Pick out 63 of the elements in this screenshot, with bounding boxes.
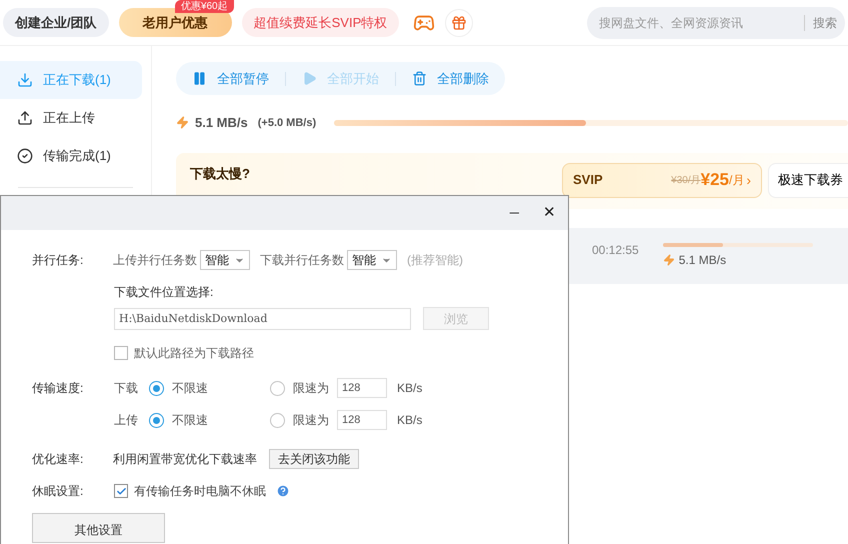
download-parallel-label: 下载并行任务数	[260, 252, 344, 269]
gift-icon	[451, 14, 468, 30]
setting-label: 休眠设置:	[32, 483, 84, 500]
checkbox-label: 默认此路径为下载路径	[134, 345, 254, 362]
path-field[interactable]: H:\BaiduNetdiskDownload	[114, 308, 411, 330]
check-circle-icon	[17, 148, 33, 164]
svip-label: SVIP	[573, 171, 603, 190]
direction-label: 上传	[114, 412, 139, 429]
radio-button[interactable]	[149, 412, 164, 428]
disable-feature-button[interactable]: 去关闭该功能	[269, 449, 359, 469]
checkbox[interactable]	[114, 484, 128, 498]
checkbox[interactable]	[114, 346, 128, 360]
price-unit: /月	[728, 172, 744, 189]
download-icon	[17, 72, 33, 88]
radio-button[interactable]	[149, 380, 164, 396]
setting-label: 并行任务:	[32, 252, 84, 269]
unit-label: KB/s	[397, 412, 422, 429]
location-label: 下载文件位置选择:	[114, 284, 214, 301]
radio-button[interactable]	[270, 380, 285, 396]
old-price: ¥30/月	[671, 174, 701, 188]
speed-value: 5.1 MB/s	[195, 114, 248, 132]
checkbox-label: 有传输任务时电脑不休眠	[134, 483, 266, 500]
pause-icon	[192, 71, 207, 86]
trash-icon	[412, 71, 427, 86]
download-parallel-select[interactable]: 智能	[347, 250, 397, 270]
unit-label: KB/s	[397, 380, 422, 397]
setting-label: 优化速率:	[32, 451, 84, 468]
radio-label: 不限速	[172, 412, 208, 429]
chevron-icon: ›	[746, 170, 751, 190]
voucher-button[interactable]: 极速下载券	[768, 162, 848, 198]
sidebar-item[interactable]: 传输完成(1)	[0, 137, 142, 175]
upload-parallel-label: 上传并行任务数	[113, 252, 197, 269]
speed-boost: (+5.0 MB/s)	[258, 116, 316, 130]
minimize-button[interactable]: ─	[506, 203, 523, 223]
direction-label: 下载	[114, 380, 139, 397]
lightning-icon	[662, 254, 675, 266]
gift-button[interactable]	[445, 8, 474, 36]
price: ¥25	[700, 169, 729, 192]
optimize-text: 利用闲置带宽优化下载速率	[113, 451, 257, 468]
radio-button[interactable]	[270, 412, 285, 428]
radio-label: 不限速	[172, 380, 208, 397]
promo-title: 下载太慢?	[190, 164, 250, 182]
task-speed: 5.1 MB/s	[678, 252, 726, 268]
upload-icon	[17, 110, 33, 126]
lightning-icon	[176, 116, 189, 130]
speed-limit-field[interactable]: 128	[337, 410, 387, 430]
help-icon[interactable]	[276, 484, 290, 498]
top-button[interactable]: 超值续费延长SVIP特权	[242, 8, 400, 37]
close-button[interactable]: ✕	[539, 202, 560, 224]
setting-label: 传输速度:	[32, 380, 84, 397]
svip-offer[interactable]: SVIP ¥30/月¥25/月›	[562, 162, 762, 198]
top-button[interactable]: 创建企业/团队	[3, 8, 109, 37]
speed-limit-field[interactable]: 128	[337, 378, 387, 398]
upload-parallel-select[interactable]: 智能	[200, 250, 250, 270]
radio-label: 限速为	[293, 412, 329, 429]
play-icon	[302, 71, 317, 86]
other-settings-button[interactable]: 其他设置	[32, 513, 165, 543]
hint-text: (推荐智能)	[407, 252, 463, 269]
check-icon	[116, 486, 126, 496]
radio-label: 限速为	[293, 380, 329, 397]
sidebar-item[interactable]: 正在上传	[0, 99, 142, 137]
discount-badge: 优惠¥60起	[174, 0, 234, 13]
remaining-time: 00:12:55	[592, 242, 639, 258]
